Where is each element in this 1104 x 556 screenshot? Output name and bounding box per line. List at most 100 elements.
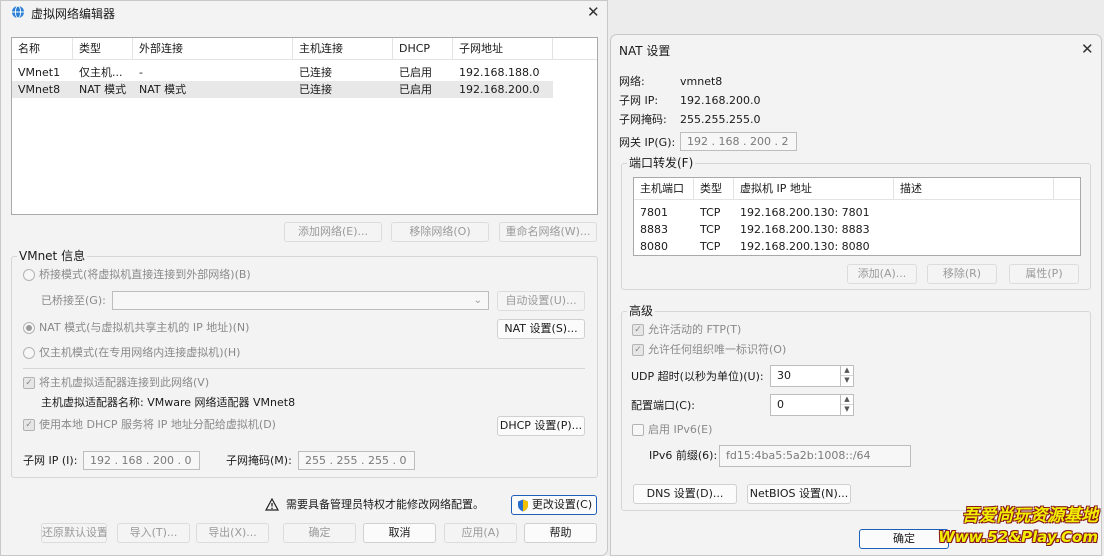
netbios-settings-button[interactable]: NetBIOS 设置(N)... [747, 484, 851, 504]
col-header-type[interactable]: 类型 [73, 38, 133, 60]
apply-button[interactable]: 应用(A) [444, 523, 517, 543]
connect-adapter-label[interactable]: 将主机虚拟适配器连接到此网络(V) [39, 376, 209, 390]
cell-name: VMnet1 [18, 66, 61, 79]
use-dhcp-label[interactable]: 使用本地 DHCP 服务将 IP 地址分配给虚拟机(D) [39, 418, 276, 432]
caret-up-icon[interactable]: ▲ [841, 366, 853, 376]
restore-defaults-button[interactable]: 还原默认设置(R) [41, 523, 107, 543]
bridged-to-select[interactable]: ⌄ [112, 291, 489, 310]
col-header-description[interactable]: 描述 [894, 178, 1054, 200]
cell-host: 已连接 [299, 66, 332, 79]
cell-external: - [139, 66, 143, 79]
table-row[interactable]: VMnet1 仅主机... - 已连接 已启用 192.168.188.0 [12, 64, 553, 81]
chevron-down-icon: ⌄ [473, 295, 482, 306]
col-header-name[interactable]: 名称 [12, 38, 73, 60]
col-header-host[interactable]: 主机连接 [293, 38, 393, 60]
rename-network-button[interactable]: 重命名网络(W)... [499, 222, 597, 242]
bridged-mode-label[interactable]: 桥接模式(将虚拟机直接连接到外部网络)(B) [39, 268, 251, 282]
subnet-mask-value: 255.255.255.0 [680, 113, 761, 126]
watermark-line-1: 吾爱尚玩资源基地 [962, 506, 1098, 526]
title-bar[interactable]: NAT 设置 ✕ [611, 35, 1101, 63]
remove-network-button[interactable]: 移除网络(O) [391, 222, 489, 242]
col-header-external[interactable]: 外部连接 [133, 38, 293, 60]
export-button[interactable]: 导出(X)... [196, 523, 269, 543]
import-button[interactable]: 导入(T)... [117, 523, 190, 543]
bridged-to-label: 已桥接至(G): [41, 294, 106, 307]
cell-type: TCP [700, 223, 721, 236]
cell-external: NAT 模式 [139, 83, 187, 96]
vmnet-info-group [11, 256, 598, 478]
title-bar[interactable]: 虚拟网络编辑器 ✕ [1, 1, 607, 25]
caret-up-icon[interactable]: ▲ [841, 395, 853, 405]
remove-port-button[interactable]: 移除(R) [927, 264, 997, 284]
allow-oui-checkbox[interactable]: ✓ [632, 344, 644, 356]
allow-oui-label[interactable]: 允许任何组织唯一标识符(O) [648, 343, 786, 357]
cell-subnet: 192.168.188.0 [459, 66, 540, 79]
help-button[interactable]: 帮助 [524, 523, 597, 543]
cell-type: 仅主机... [79, 66, 123, 79]
config-port-stepper[interactable]: ▲ ▼ [840, 395, 853, 415]
subnet-ip-label: 子网 IP: [619, 94, 659, 107]
add-port-button[interactable]: 添加(A)... [847, 264, 917, 284]
col-header-vm-ip[interactable]: 虚拟机 IP 地址 [734, 178, 894, 200]
allow-ftp-checkbox[interactable]: ✓ [632, 324, 644, 336]
admin-notice-text: 需要具备管理员特权才能修改网络配置。 [286, 498, 484, 511]
col-header-subnet[interactable]: 子网地址 [453, 38, 553, 60]
network-list[interactable]: 名称 类型 外部连接 主机连接 DHCP 子网地址 VMnet1 仅主机... … [11, 37, 598, 215]
port-forwarding-list[interactable]: 主机端口 类型 虚拟机 IP 地址 描述 7801 TCP 192.168.20… [633, 177, 1081, 256]
network-list-header: 名称 类型 外部连接 主机连接 DHCP 子网地址 [12, 38, 597, 60]
dns-settings-button[interactable]: DNS 设置(D)... [633, 484, 737, 504]
virtual-network-editor-window: 虚拟网络编辑器 ✕ 名称 类型 外部连接 主机连接 DHCP 子网地址 VMne… [0, 0, 608, 556]
advanced-label: 高级 [627, 304, 656, 318]
allow-ftp-label[interactable]: 允许活动的 FTP(T) [648, 323, 741, 337]
udp-timeout-label: UDP 超时(以秒为单位)(U): [631, 370, 764, 383]
host-only-mode-label[interactable]: 仅主机模式(在专用网络内连接虚拟机)(H) [39, 346, 240, 360]
table-row[interactable]: 7801 TCP 192.168.200.130: 7801 [634, 204, 1054, 221]
subnet-mask-label: 子网掩码(M): [226, 454, 292, 467]
close-icon[interactable]: ✕ [587, 3, 600, 21]
window-title: NAT 设置 [619, 44, 671, 58]
udp-timeout-stepper[interactable]: ▲ ▼ [840, 366, 853, 386]
close-icon[interactable]: ✕ [1081, 40, 1094, 58]
connect-adapter-checkbox[interactable]: ✓ [23, 377, 35, 389]
enable-ipv6-label[interactable]: 启用 IPv6(E) [648, 423, 712, 437]
table-row[interactable]: VMnet8 NAT 模式 NAT 模式 已连接 已启用 192.168.200… [12, 81, 553, 98]
bridged-mode-radio[interactable] [23, 269, 35, 281]
shield-icon [517, 499, 529, 512]
nat-mode-radio[interactable] [23, 322, 35, 334]
cell-host: 已连接 [299, 83, 332, 96]
cell-vm-ip: 192.168.200.130: 7801 [740, 206, 870, 219]
network-value: vmnet8 [680, 75, 723, 88]
change-settings-label: 更改设置(C) [531, 498, 593, 511]
ipv6-prefix-input[interactable]: fd15:4ba5:5a2b:1008::/64 [719, 445, 911, 467]
port-forwarding-label: 端口转发(F) [627, 156, 696, 170]
enable-ipv6-checkbox[interactable] [632, 424, 644, 436]
cell-port: 7801 [640, 206, 668, 219]
cell-port: 8883 [640, 223, 668, 236]
add-network-button[interactable]: 添加网络(E)... [284, 222, 382, 242]
cell-description [894, 221, 1054, 238]
nat-settings-button[interactable]: NAT 设置(S)... [497, 319, 585, 339]
port-properties-button[interactable]: 属性(P) [1009, 264, 1079, 284]
caret-down-icon[interactable]: ▼ [841, 405, 853, 415]
table-row[interactable]: 8080 TCP 192.168.200.130: 8080 [634, 238, 1054, 255]
table-row[interactable]: 8883 TCP 192.168.200.130: 8883 [634, 221, 1054, 238]
subnet-mask-input[interactable]: 255 . 255 . 255 . 0 [298, 451, 415, 470]
caret-down-icon[interactable]: ▼ [841, 376, 853, 386]
nat-mode-label[interactable]: NAT 模式(与虚拟机共享主机的 IP 地址)(N) [39, 321, 249, 335]
use-dhcp-checkbox[interactable]: ✓ [23, 419, 35, 431]
col-header-dhcp[interactable]: DHCP [393, 38, 453, 60]
ok-button[interactable]: 确定 [283, 523, 356, 543]
subnet-ip-label: 子网 IP (I): [23, 454, 78, 467]
auto-settings-button[interactable]: 自动设置(U)... [497, 291, 585, 311]
nat-settings-window: NAT 设置 ✕ 网络: vmnet8 子网 IP: 192.168.200.0… [610, 34, 1102, 556]
subnet-ip-input[interactable]: 192 . 168 . 200 . 0 [83, 451, 200, 470]
host-only-mode-radio[interactable] [23, 347, 35, 359]
cell-vm-ip: 192.168.200.130: 8080 [740, 240, 870, 253]
col-header-host-port[interactable]: 主机端口 [634, 178, 694, 200]
dhcp-settings-button[interactable]: DHCP 设置(P)... [497, 416, 585, 436]
cell-type: TCP [700, 240, 721, 253]
gateway-ip-input[interactable]: 192 . 168 . 200 . 2 [680, 132, 797, 151]
cancel-button[interactable]: 取消 [363, 523, 436, 543]
change-settings-button[interactable]: 更改设置(C) [511, 495, 597, 515]
col-header-type[interactable]: 类型 [694, 178, 734, 200]
